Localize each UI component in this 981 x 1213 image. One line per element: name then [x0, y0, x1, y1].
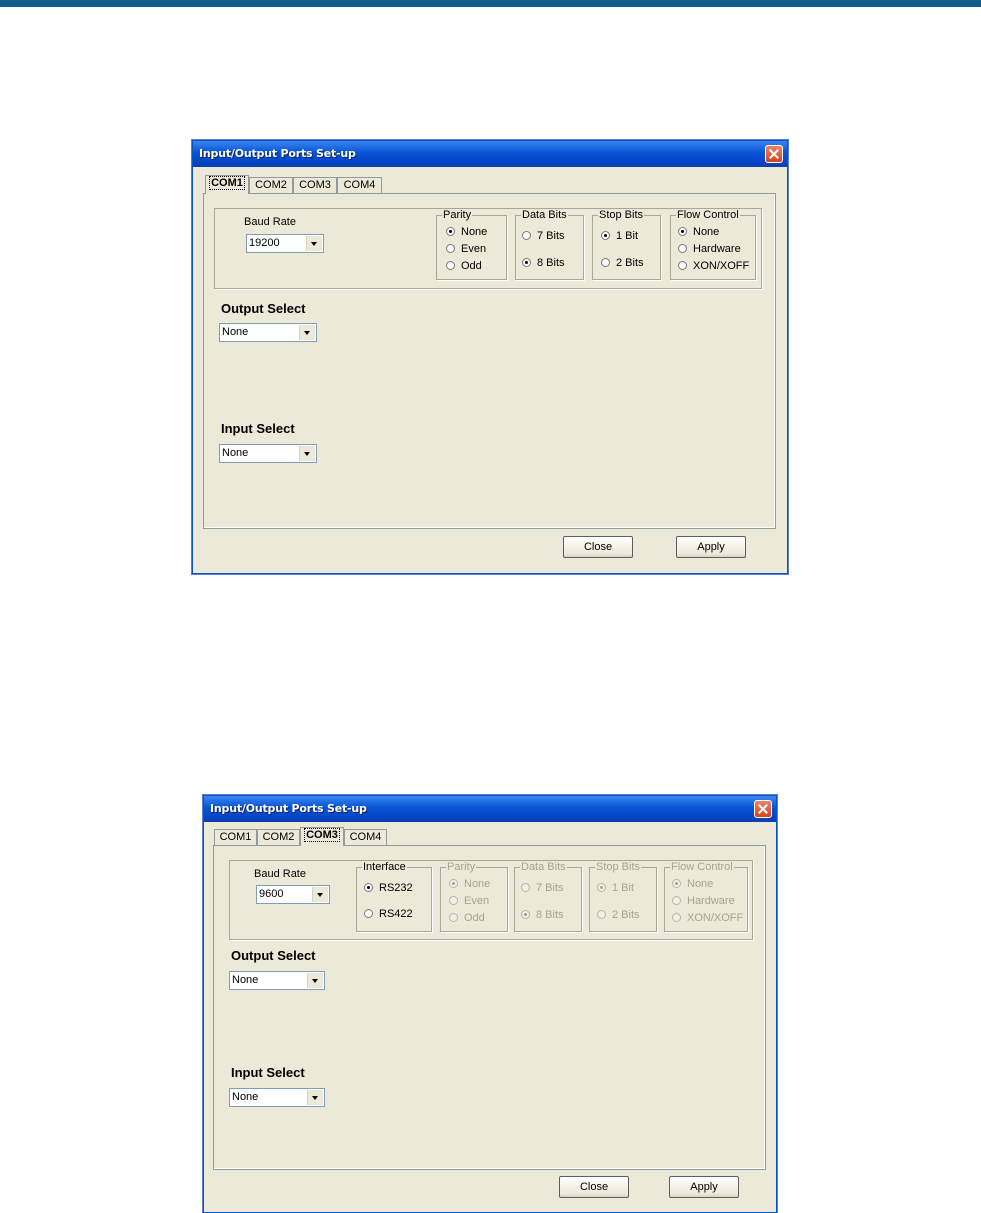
data-bits-label: Data Bits: [520, 861, 567, 873]
baud-rate-label: Baud Rate: [244, 216, 296, 228]
data-bits-group: Data Bits 7 Bits 8 Bits: [515, 209, 584, 280]
title-bar: Input/Output Ports Set-up: [193, 141, 787, 167]
flow-xonxoff-radio: XON/XOFF: [672, 912, 743, 924]
data-bits-7-radio[interactable]: 7 Bits: [522, 230, 565, 242]
tab-com3[interactable]: COM3: [300, 827, 344, 846]
data-bits-7-radio: 7 Bits: [521, 882, 564, 894]
close-icon[interactable]: [765, 145, 783, 163]
flow-xonxoff-radio[interactable]: XON/XOFF: [678, 260, 749, 272]
input-select-label: Input Select: [221, 421, 295, 436]
stop-bits-1-radio: 1 Bit: [597, 882, 634, 894]
chevron-down-icon[interactable]: [299, 325, 315, 340]
flow-control-group: Flow Control None Hardware XON/XOFF: [670, 209, 756, 280]
flow-none-radio: None: [672, 878, 713, 890]
output-select[interactable]: None: [229, 971, 325, 990]
stop-bits-label: Stop Bits: [598, 209, 645, 221]
tab-com1[interactable]: COM1: [205, 175, 249, 194]
chevron-down-icon[interactable]: [306, 236, 322, 251]
flow-control-label: Flow Control: [676, 209, 740, 221]
tab-com1[interactable]: COM1: [214, 829, 257, 845]
parity-odd-radio: Odd: [449, 912, 485, 924]
parity-none-radio[interactable]: None: [446, 226, 487, 238]
flow-hardware-radio: Hardware: [672, 895, 735, 907]
parity-even-radio[interactable]: Even: [446, 243, 486, 255]
ports-setup-dialog-com1: Input/Output Ports Set-up COM1 COM2 COM3…: [192, 140, 788, 574]
interface-label: Interface: [362, 861, 407, 873]
tab-panel-com3: Baud Rate 9600 Interface RS232 RS422 Par…: [213, 845, 766, 1170]
data-bits-group: Data Bits 7 Bits 8 Bits: [514, 861, 582, 932]
apply-button[interactable]: Apply: [676, 536, 746, 558]
tab-com3[interactable]: COM3: [293, 177, 337, 193]
input-select-label: Input Select: [231, 1065, 305, 1080]
dialog-title: Input/Output Ports Set-up: [199, 147, 356, 160]
input-select[interactable]: None: [219, 444, 317, 463]
interface-group: Interface RS232 RS422: [356, 861, 432, 932]
baud-rate-select[interactable]: 19200: [246, 234, 324, 253]
flow-control-group: Flow Control None Hardware XON/XOFF: [664, 861, 748, 932]
close-button[interactable]: Close: [559, 1176, 629, 1198]
parity-group: Parity None Even Odd: [440, 861, 508, 932]
chevron-down-icon[interactable]: [299, 446, 315, 461]
stop-bits-2-radio[interactable]: 2 Bits: [601, 257, 644, 269]
stop-bits-2-radio: 2 Bits: [597, 909, 640, 921]
tab-strip: COM1 COM2 COM3 COM4: [214, 827, 414, 846]
baud-rate-label: Baud Rate: [254, 868, 306, 880]
data-bits-label: Data Bits: [521, 209, 568, 221]
dialog-title: Input/Output Ports Set-up: [210, 802, 367, 815]
parity-group: Parity None Even Odd: [436, 209, 507, 280]
tab-com4[interactable]: COM4: [337, 177, 382, 193]
close-button[interactable]: Close: [563, 536, 633, 558]
output-select-label: Output Select: [231, 948, 316, 963]
tab-com2[interactable]: COM2: [257, 829, 300, 845]
tab-panel-com1: Baud Rate 19200 Parity None Even Odd Dat…: [203, 193, 776, 529]
parity-even-radio: Even: [449, 895, 489, 907]
interface-rs232-radio[interactable]: RS232: [364, 882, 413, 894]
chevron-down-icon[interactable]: [307, 1090, 323, 1105]
chevron-down-icon[interactable]: [307, 973, 323, 988]
baud-rate-select[interactable]: 9600: [256, 885, 330, 904]
output-select-label: Output Select: [221, 301, 306, 316]
flow-none-radio[interactable]: None: [678, 226, 719, 238]
data-bits-8-radio[interactable]: 8 Bits: [522, 257, 565, 269]
document-top-bar: [0, 0, 981, 7]
parity-none-radio: None: [449, 878, 490, 890]
close-icon[interactable]: [754, 800, 772, 818]
title-bar: Input/Output Ports Set-up: [204, 796, 776, 822]
parity-odd-radio[interactable]: Odd: [446, 260, 482, 272]
parity-label: Parity: [442, 209, 473, 221]
stop-bits-group: Stop Bits 1 Bit 2 Bits: [592, 209, 661, 280]
apply-button[interactable]: Apply: [669, 1176, 739, 1198]
ports-setup-dialog-com3: Input/Output Ports Set-up COM1 COM2 COM3…: [203, 795, 777, 1213]
parity-label: Parity: [446, 861, 477, 873]
tab-com2[interactable]: COM2: [249, 177, 293, 193]
tab-strip: COM1 COM2 COM3 COM4: [205, 175, 405, 194]
stop-bits-label: Stop Bits: [595, 861, 642, 873]
input-select[interactable]: None: [229, 1088, 325, 1107]
chevron-down-icon[interactable]: [312, 887, 328, 902]
stop-bits-1-radio[interactable]: 1 Bit: [601, 230, 638, 242]
output-select[interactable]: None: [219, 323, 317, 342]
interface-rs422-radio[interactable]: RS422: [364, 908, 413, 920]
data-bits-8-radio: 8 Bits: [521, 909, 564, 921]
flow-control-label: Flow Control: [670, 861, 734, 873]
stop-bits-group: Stop Bits 1 Bit 2 Bits: [589, 861, 657, 932]
flow-hardware-radio[interactable]: Hardware: [678, 243, 741, 255]
tab-com4[interactable]: COM4: [344, 829, 387, 845]
